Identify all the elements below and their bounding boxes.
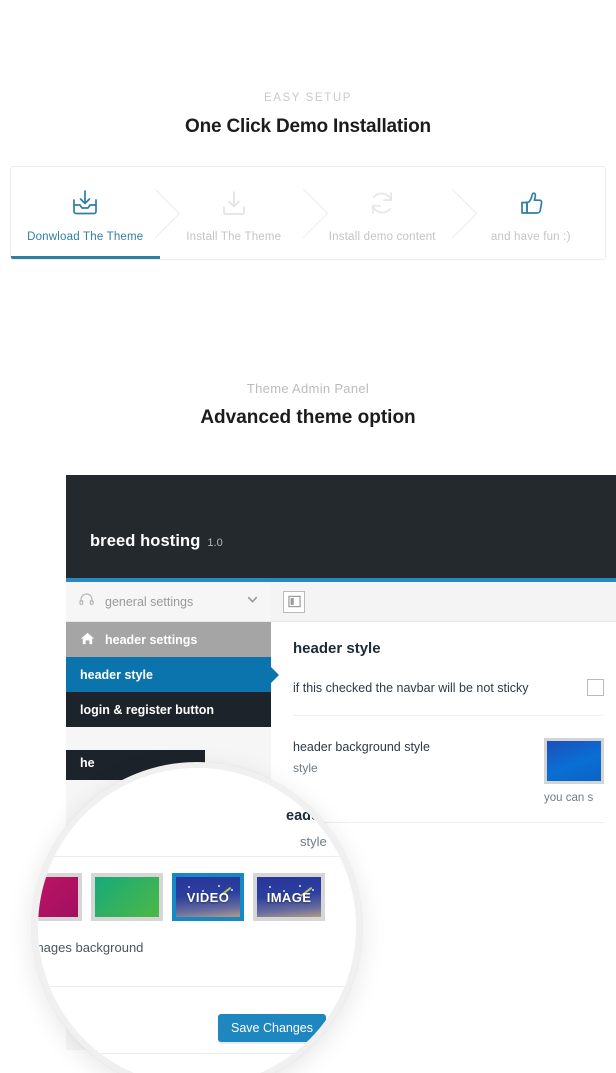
divider	[38, 986, 356, 987]
panel-brand-name: breed hosting	[90, 532, 201, 550]
option-description: if this checked the navbar will be not s…	[293, 681, 529, 695]
setup-steps-bar: Donwload The Theme Install The Theme Ins…	[10, 166, 606, 260]
swatch-label: IMAGE	[266, 889, 312, 905]
step-label: Install demo content	[328, 230, 436, 243]
admin-panel-section: Theme Admin Panel Advanced theme option	[0, 381, 616, 429]
option-row-sticky-navbar: if this checked the navbar will be not s…	[293, 657, 604, 717]
option-description: header background style	[293, 740, 430, 755]
admin-eyebrow: Theme Admin Panel	[246, 381, 370, 396]
easy-setup-eyebrow: EASY SETUP	[263, 92, 352, 104]
sidebar-settings-select[interactable]: general settings	[66, 582, 271, 622]
swatch-label: VIDEO	[186, 889, 230, 905]
chevron-down-icon[interactable]	[246, 593, 259, 611]
sidebar-item-label: header style	[80, 667, 153, 682]
magnifier-loupe: eader background style style VIDEO	[32, 762, 362, 1073]
sidebar-item-header-style[interactable]: header style	[66, 657, 279, 692]
panel-brand: breed hosting 1.0	[90, 532, 223, 551]
top-cutoff-strip	[250, 0, 616, 4]
video-background-swatch[interactable]: VIDEO	[172, 873, 244, 921]
panel-version: 1.0	[207, 537, 223, 549]
magnified-option-subtitle: style	[300, 834, 327, 849]
refresh-sync-icon	[365, 184, 399, 222]
sidebar-item-label: login & register button	[80, 702, 215, 717]
home-icon	[80, 631, 95, 649]
background-style-control: you can s	[544, 738, 604, 804]
blue-gradient-swatch[interactable]	[544, 738, 604, 785]
sticky-navbar-checkbox[interactable]	[587, 679, 604, 696]
panel-header: breed hosting 1.0	[66, 475, 616, 578]
step-have-fun[interactable]: and have fun :)	[456, 167, 605, 259]
thumbs-up-icon	[514, 184, 548, 222]
content-title: header style	[293, 640, 381, 657]
download-arrow-icon	[217, 184, 251, 222]
magnified-option-title: eader background style	[286, 808, 356, 824]
admin-headline: Advanced theme option	[200, 407, 416, 428]
sidebar-item-login-register-button[interactable]: login & register button	[66, 692, 271, 727]
content-tab-strip	[271, 582, 616, 622]
divider	[38, 1053, 356, 1054]
image-background-swatch[interactable]: IMAGE	[253, 873, 325, 921]
option-hint: you can s	[544, 792, 594, 805]
sidebar-item-label: header settings	[105, 632, 198, 647]
step-label: Install The Theme	[186, 230, 282, 243]
sidebar-select-label: general settings	[105, 594, 194, 609]
sidebar-item-header-settings[interactable]: header settings	[66, 622, 271, 657]
pink-gradient-swatch[interactable]	[38, 873, 82, 921]
step-label: Donwload The Theme	[27, 230, 144, 243]
background-style-swatch-group: VIDEO IMAGE	[38, 873, 325, 921]
step-label: and have fun :)	[490, 230, 571, 243]
layout-panel-icon[interactable]	[283, 590, 305, 613]
save-changes-button[interactable]: Save Changes	[218, 1014, 327, 1042]
magnifier-content: eader background style style VIDEO	[38, 768, 356, 1073]
divider	[38, 856, 356, 857]
magnified-caption: r images background	[32, 940, 144, 955]
headphones-icon	[78, 591, 95, 613]
easy-setup-headline: One Click Demo Installation	[185, 116, 431, 137]
green-gradient-swatch[interactable]	[91, 873, 163, 921]
page-root: EASY SETUP One Click Demo Installation D…	[0, 0, 616, 1073]
easy-setup-section: EASY SETUP One Click Demo Installation	[0, 92, 616, 138]
download-to-tray-icon	[68, 184, 102, 222]
